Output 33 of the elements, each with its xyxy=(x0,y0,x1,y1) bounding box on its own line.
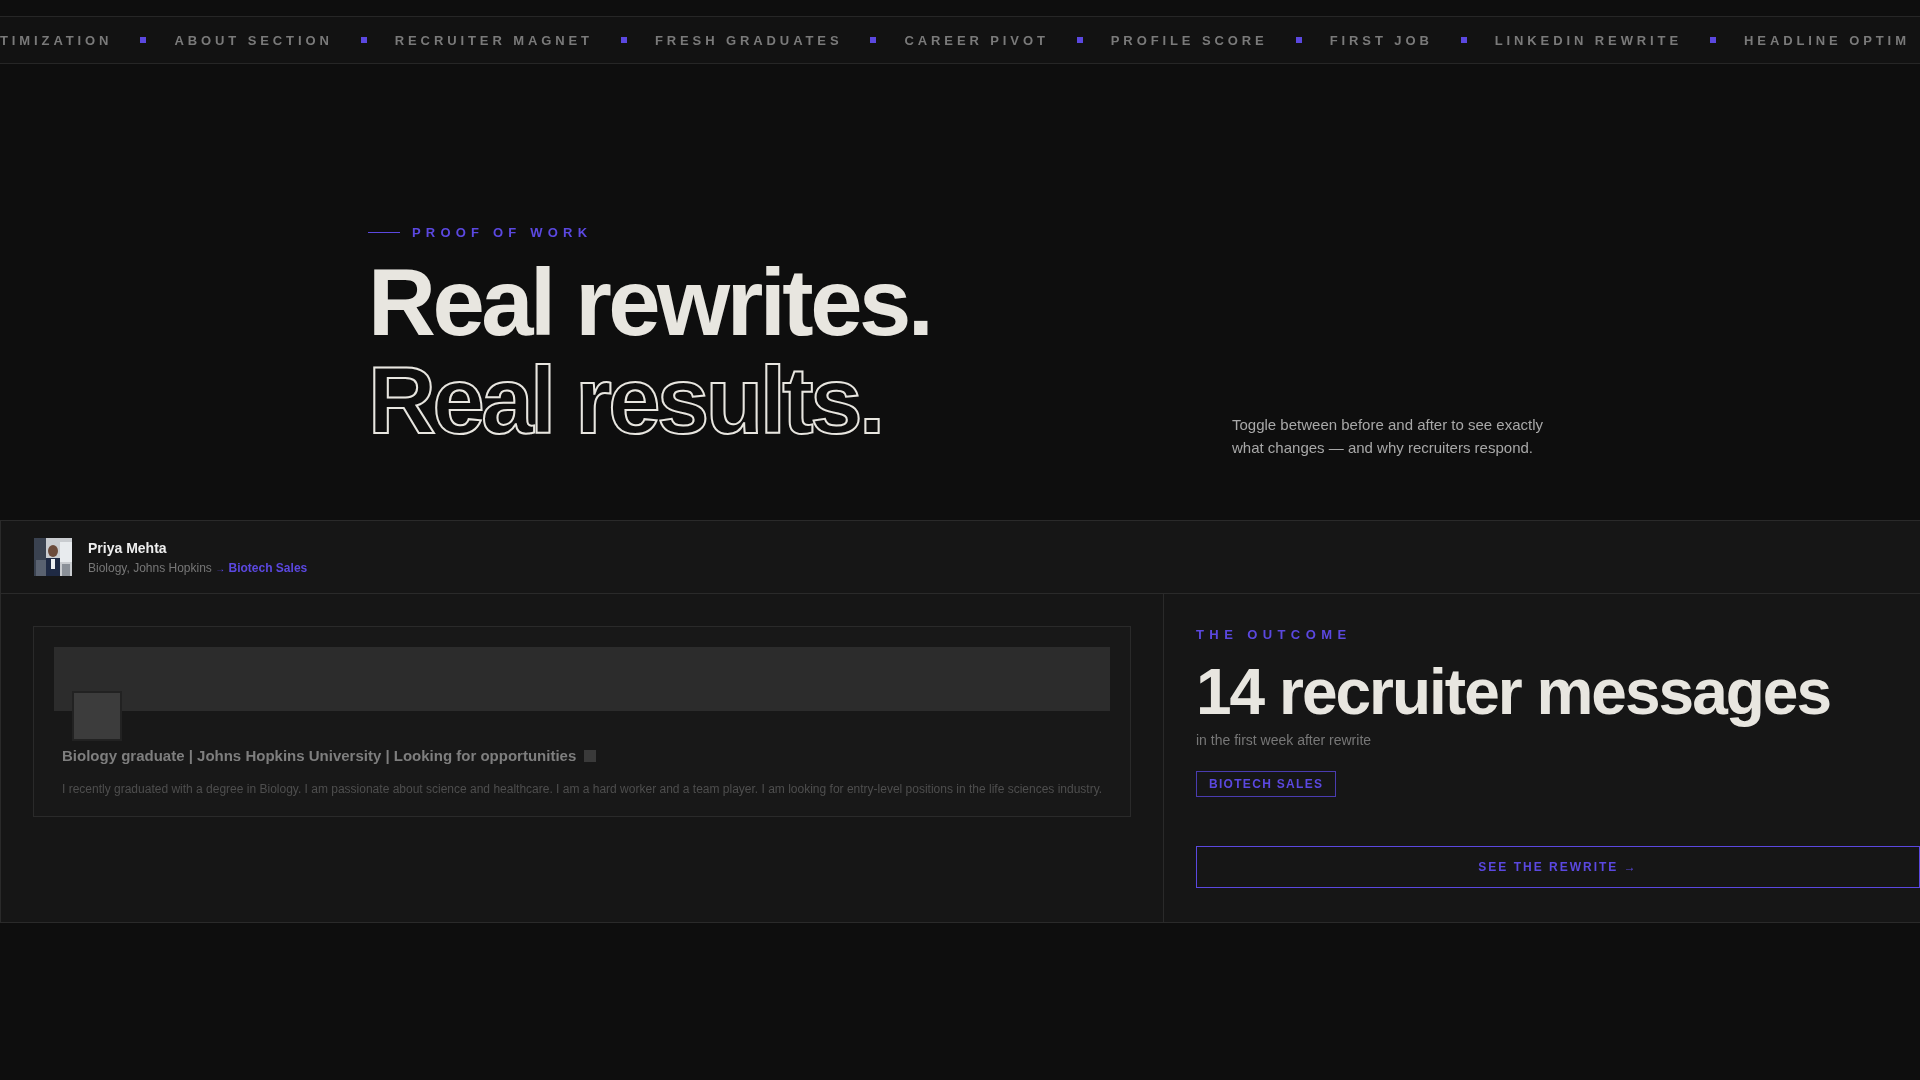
ticker-item: LINKEDIN REWRITE xyxy=(1494,32,1683,48)
person-name: Priya Mehta xyxy=(88,539,168,556)
square-icon xyxy=(584,749,597,762)
square-icon xyxy=(1710,37,1717,43)
arrow-text: → xyxy=(215,562,226,574)
see-rewrite-button[interactable]: SEE THE REWRITE → xyxy=(1196,846,1920,888)
profile-headline: Biology graduate | Johns Hopkins University | Looking for opportunities xyxy=(62,747,577,764)
ticker-item: PROFILE SCORE xyxy=(1110,32,1268,48)
outcome-eyebrow: THE OUTCOME xyxy=(1196,627,1353,642)
headline-text: Real rewrites. xyxy=(368,254,932,352)
ticker-item: RECRUITER MAGNET xyxy=(394,32,593,48)
headline-text: Real results. xyxy=(368,352,883,450)
outcome-metric: 14 recruiter messages xyxy=(1196,655,1831,730)
ticker-item: ABOUT SECTION xyxy=(174,32,333,48)
square-icon xyxy=(140,37,147,43)
ticker-item: FIRST JOB xyxy=(1329,32,1433,48)
square-icon xyxy=(1295,37,1302,43)
ticker-item: CAREER PIVOT xyxy=(904,32,1049,48)
square-icon xyxy=(360,37,367,43)
section-eyebrow: PROOF OF WORK xyxy=(412,225,593,240)
role-tag: BIOTECH SALES xyxy=(1196,771,1337,797)
ticker-item: TIMIZATION xyxy=(0,32,113,48)
ticker-item: FRESH GRADUATES xyxy=(654,32,843,48)
square-icon xyxy=(1076,37,1083,43)
square-icon xyxy=(870,37,877,43)
outcome-caption: in the first week after rewrite xyxy=(1196,732,1373,748)
hero-description: Toggle between before and after to see exactly what changes — and why recruiters respond. xyxy=(1232,415,1545,458)
background-text: Biology, Johns Hopkins xyxy=(88,560,212,575)
ticker-item: HEADLINE OPTIM xyxy=(1744,32,1910,48)
square-icon xyxy=(1460,37,1467,43)
square-icon xyxy=(620,37,627,43)
target-role: Biotech Sales xyxy=(228,560,308,575)
avatar-placeholder xyxy=(72,691,122,741)
